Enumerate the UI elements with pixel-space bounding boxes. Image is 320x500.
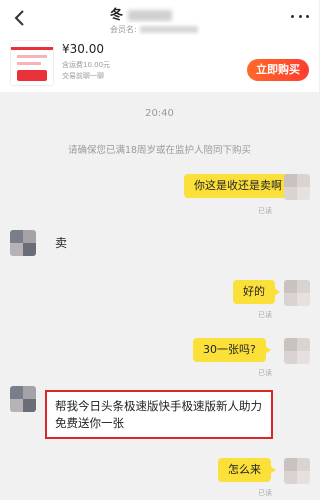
age-notice: 请确保您已满18周岁或在监护人陪同下购买: [67, 145, 252, 156]
message-text-theirs[interactable]: 卖: [55, 234, 67, 251]
my-avatar[interactable]: [284, 174, 310, 200]
shipping-fee: 含运费10.00元: [62, 61, 111, 69]
seller-avatar[interactable]: [10, 386, 36, 412]
read-status: 已读: [258, 207, 272, 215]
top-bar: 冬 会员名:: [0, 0, 319, 36]
message-bubble-mine[interactable]: 你这是收还是卖啊: [184, 174, 297, 198]
product-card[interactable]: ¥30.00 含运费10.00元 交易前聊一聊 立即购买: [0, 36, 319, 92]
chat-timestamp: 20:40: [145, 108, 174, 119]
my-avatar[interactable]: [284, 338, 310, 364]
message-bubble-mine[interactable]: 30一张吗?: [193, 338, 271, 362]
read-status: 已读: [258, 489, 272, 497]
read-status: 已读: [258, 369, 272, 377]
conversation-title: 冬: [110, 8, 125, 23]
read-status: 已读: [258, 311, 272, 319]
buy-now-button[interactable]: 立即购买: [247, 59, 309, 81]
back-button[interactable]: [10, 8, 30, 28]
my-avatar[interactable]: [284, 458, 310, 484]
product-price: ¥30.00: [62, 42, 104, 56]
deal-status: 交易前聊一聊: [62, 72, 104, 80]
more-dots-icon: [291, 14, 294, 18]
highlighted-message[interactable]: 帮我今日头条极速版快手极速版新人助力免费送你一张: [45, 390, 273, 439]
message-bubble-mine[interactable]: 好的: [233, 280, 280, 304]
message-bubble-mine[interactable]: 怎么来: [218, 458, 276, 482]
chat-title: 冬 会员名:: [110, 4, 230, 35]
seller-avatar[interactable]: [10, 230, 36, 256]
my-avatar[interactable]: [284, 280, 310, 306]
chevron-left-icon: [14, 10, 24, 26]
seller-label: 会员名:: [110, 25, 137, 34]
more-button[interactable]: [291, 9, 309, 23]
product-thumbnail[interactable]: [10, 40, 54, 86]
